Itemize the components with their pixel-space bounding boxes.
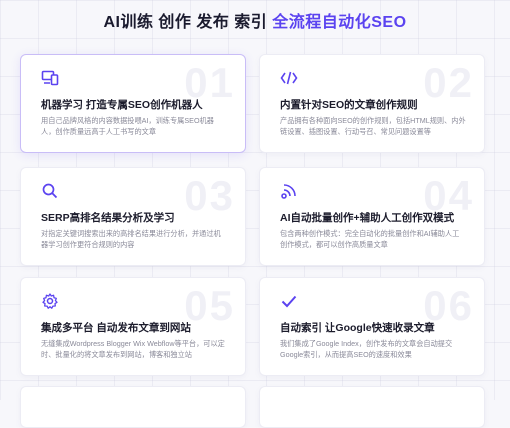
card-description: 我们集成了Google Index，创作发布的文章会自动提交Google索引，从… — [280, 339, 453, 359]
card-title: 机器学习 打造专属SEO创作机器人 — [41, 99, 203, 111]
page-title-main: AI训练 创作 发布 索引 — [103, 14, 273, 31]
search-icon — [42, 183, 58, 199]
card-title: 自动索引 让Google快速收录文章 — [280, 322, 435, 334]
code-icon — [280, 71, 298, 85]
page-title-highlight: 全流程自动化SEO — [272, 14, 407, 31]
card-description: 产品拥有各种面向SEO的创作规则，包括HTML规则、内外链设置、插图设置、行动号… — [280, 116, 466, 136]
feature-card-partial-right[interactable] — [259, 386, 485, 428]
check-icon — [281, 295, 297, 308]
card-title: 集成多平台 自动发布文章到网站 — [41, 322, 191, 334]
card-description: 对指定关键词搜索出来的高排名结果进行分析，并通过机器学习创作更符合规则的内容 — [41, 229, 221, 249]
feature-card-auto-index[interactable]: 06 自动索引 让Google快速收录文章 我们集成了Google Index，… — [259, 277, 485, 376]
page-title: AI训练 创作 发布 索引 全流程自动化SEO — [0, 8, 510, 32]
card-description: 用自己品牌风格的内容数据投喂AI，训练专属SEO机器人，创作质量远高于人工书写的… — [41, 116, 214, 136]
devices-icon — [41, 70, 59, 86]
card-description: 包含两种创作模式：完全自动化的批量创作和AI辅助人工创作模式，都可以创作高质量文… — [280, 229, 460, 249]
gear-icon — [42, 293, 58, 309]
feature-card-partial-left[interactable] — [20, 386, 246, 428]
feature-card-multi-platform[interactable]: 05 集成多平台 自动发布文章到网站 无缝集成Wordpress Blogger… — [20, 277, 246, 376]
feature-card-batch-creation[interactable]: 04 AI自动批量创作+辅助人工创作双模式 包含两种创作模式：完全自动化的批量创… — [259, 167, 485, 266]
feature-card-machine-learning[interactable]: 01 机器学习 打造专属SEO创作机器人 用自己品牌风格的内容数据投喂AI，训练… — [20, 54, 246, 153]
feature-card-serp-analysis[interactable]: 03 SERP高排名结果分析及学习 对指定关键词搜索出来的高排名结果进行分析，并… — [20, 167, 246, 266]
card-description: 无缝集成Wordpress Blogger Wix Webflow等平台，可以定… — [41, 339, 225, 359]
card-title: AI自动批量创作+辅助人工创作双模式 — [280, 212, 455, 224]
card-title: SERP高排名结果分析及学习 — [41, 212, 175, 224]
broadcast-icon — [281, 184, 296, 199]
card-title: 内置针对SEO的文章创作规则 — [280, 99, 418, 111]
feature-card-seo-rules[interactable]: 02 内置针对SEO的文章创作规则 产品拥有各种面向SEO的创作规则，包括HTM… — [259, 54, 485, 153]
